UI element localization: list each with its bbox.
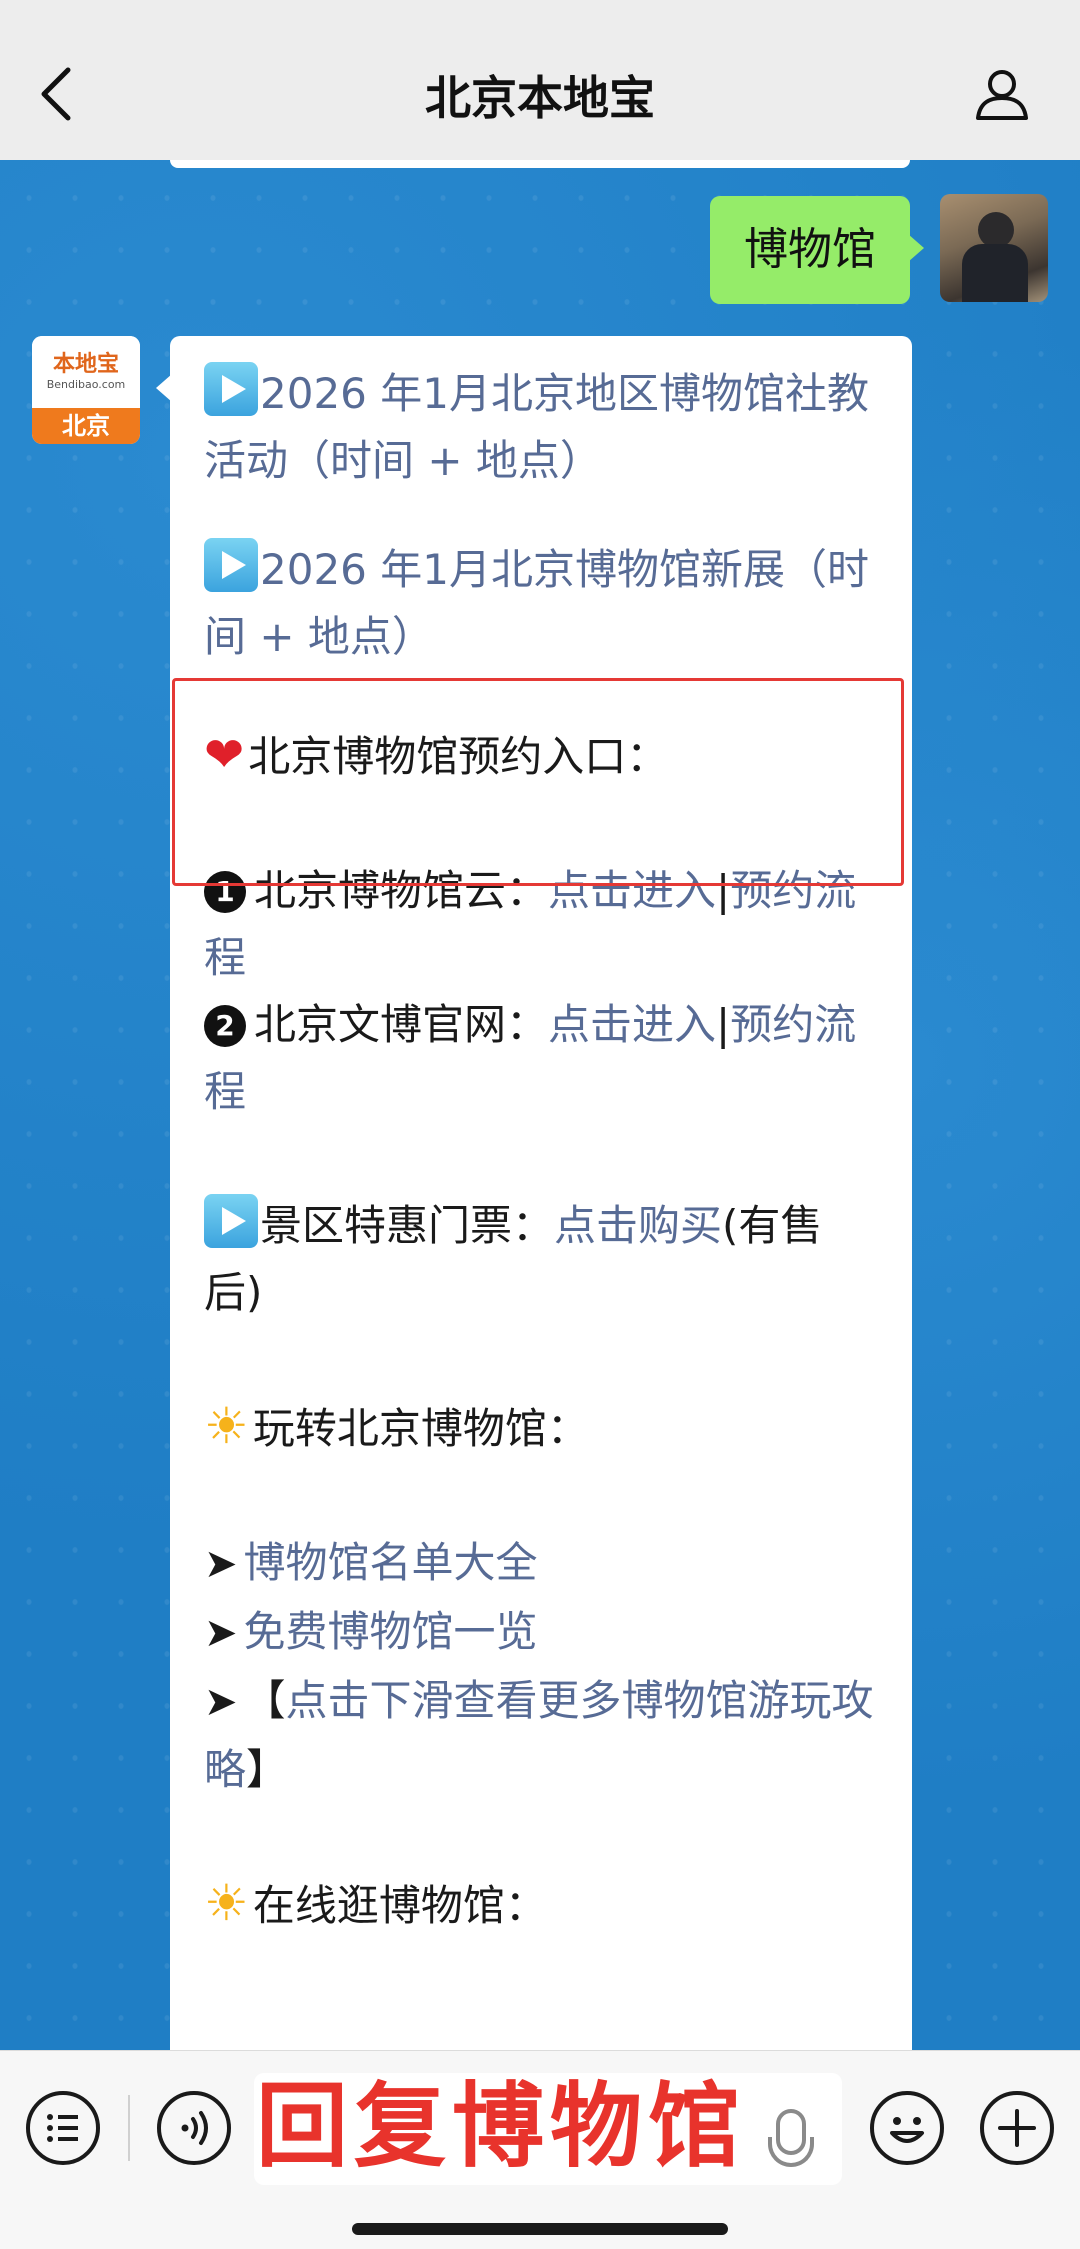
highlight-box <box>172 678 904 886</box>
play-heading-text: 玩转北京博物馆： <box>252 1404 589 1453</box>
arrow-icon: ➤ <box>204 1679 238 1725</box>
voice-icon[interactable] <box>157 2091 231 2165</box>
play-button-icon <box>204 1194 258 1248</box>
play-button-icon <box>204 362 258 416</box>
bottom-input-bar: 回复博物馆 <box>0 2050 1080 2249</box>
plus-icon[interactable] <box>980 2091 1054 2165</box>
toolbar-divider <box>128 2095 130 2161</box>
chat-area[interactable]: 博物馆 本地宝 Bendibao.com 北京 2026 年1月北京地区博物馆社… <box>0 160 1080 2050</box>
play-button-icon <box>204 538 258 592</box>
bot-avatar-city: 北京 <box>32 408 140 444</box>
previous-message-bubble <box>170 160 910 168</box>
number-2-icon: 2 <box>204 1005 246 1047</box>
bracket-close: 】 <box>246 1745 289 1794</box>
message-item-exhibitions[interactable]: 2026 年1月北京博物馆新展（时间 + 地点） <box>204 536 878 670</box>
play-link-more: ➤ 【点击下滑查看更多博物馆游玩攻略】 <box>204 1667 878 1803</box>
arrow-icon: ➤ <box>204 1541 238 1587</box>
my-message-bubble[interactable]: 博物馆 <box>710 196 924 304</box>
avatar-body-shape <box>962 244 1028 302</box>
home-indicator[interactable] <box>352 2223 728 2235</box>
my-avatar[interactable] <box>940 194 1048 302</box>
top-nav-bar: 北京本地宝 <box>0 0 1080 160</box>
reserve-label: 北京文博官网： <box>254 1000 549 1049</box>
bot-avatar-logo: 本地宝 Bendibao.com <box>32 336 140 404</box>
play-heading: ☀玩转北京博物馆： <box>204 1393 878 1462</box>
tickets-line: 景区特惠门票：点击购买(有售后) <box>204 1192 878 1326</box>
bot-avatar-brand: 本地宝 <box>52 352 119 377</box>
more-guides-link[interactable]: 点击下滑查看更多博物馆游玩攻略 <box>204 1676 874 1794</box>
museum-list-link[interactable]: 博物馆名单大全 <box>244 1538 538 1587</box>
separator: | <box>716 1000 731 1049</box>
bracket-open: 【 <box>243 1676 286 1725</box>
arrow-icon: ➤ <box>204 1610 238 1656</box>
avatar-head-shape <box>978 212 1014 248</box>
bot-avatar-url: Bendibao.com <box>46 378 126 391</box>
reply-overlay-text: 回复博物馆 <box>256 2073 747 2180</box>
link-exhibitions[interactable]: 2026 年1月北京博物馆新展（时间 + 地点） <box>204 545 869 661</box>
enter-link[interactable]: 点击进入 <box>548 1000 716 1049</box>
emoji-icon[interactable] <box>870 2091 944 2165</box>
sun-icon: ☀ <box>204 1397 249 1455</box>
menu-icon[interactable] <box>26 2091 100 2165</box>
play-link-list: ➤ 博物馆名单大全 <box>204 1529 878 1598</box>
buy-tickets-link[interactable]: 点击购买 <box>554 1201 722 1250</box>
online-heading: ☀在线逛博物馆： <box>204 1870 878 1939</box>
sun-icon: ☀ <box>204 1874 249 1932</box>
tickets-label: 景区特惠门票： <box>260 1201 555 1250</box>
play-link-free: ➤ 免费博物馆一览 <box>204 1598 878 1667</box>
bot-avatar[interactable]: 本地宝 Bendibao.com 北京 <box>32 336 140 444</box>
link-activities[interactable]: 2026 年1月北京地区博物馆社教活动（时间 + 地点） <box>204 369 869 485</box>
page-title: 北京本地宝 <box>425 71 655 125</box>
message-item-activities[interactable]: 2026 年1月北京地区博物馆社教活动（时间 + 地点） <box>204 360 878 494</box>
reserve-line-2: 2 北京文博官网：点击进入|预约流程 <box>204 991 878 1125</box>
online-heading-text: 在线逛博物馆： <box>252 1881 547 1930</box>
user-icon[interactable] <box>974 66 1030 122</box>
free-museum-link[interactable]: 免费博物馆一览 <box>244 1607 538 1656</box>
bot-message-bubble: 2026 年1月北京地区博物馆社教活动（时间 + 地点） 2026 年1月北京博… <box>156 336 912 2050</box>
